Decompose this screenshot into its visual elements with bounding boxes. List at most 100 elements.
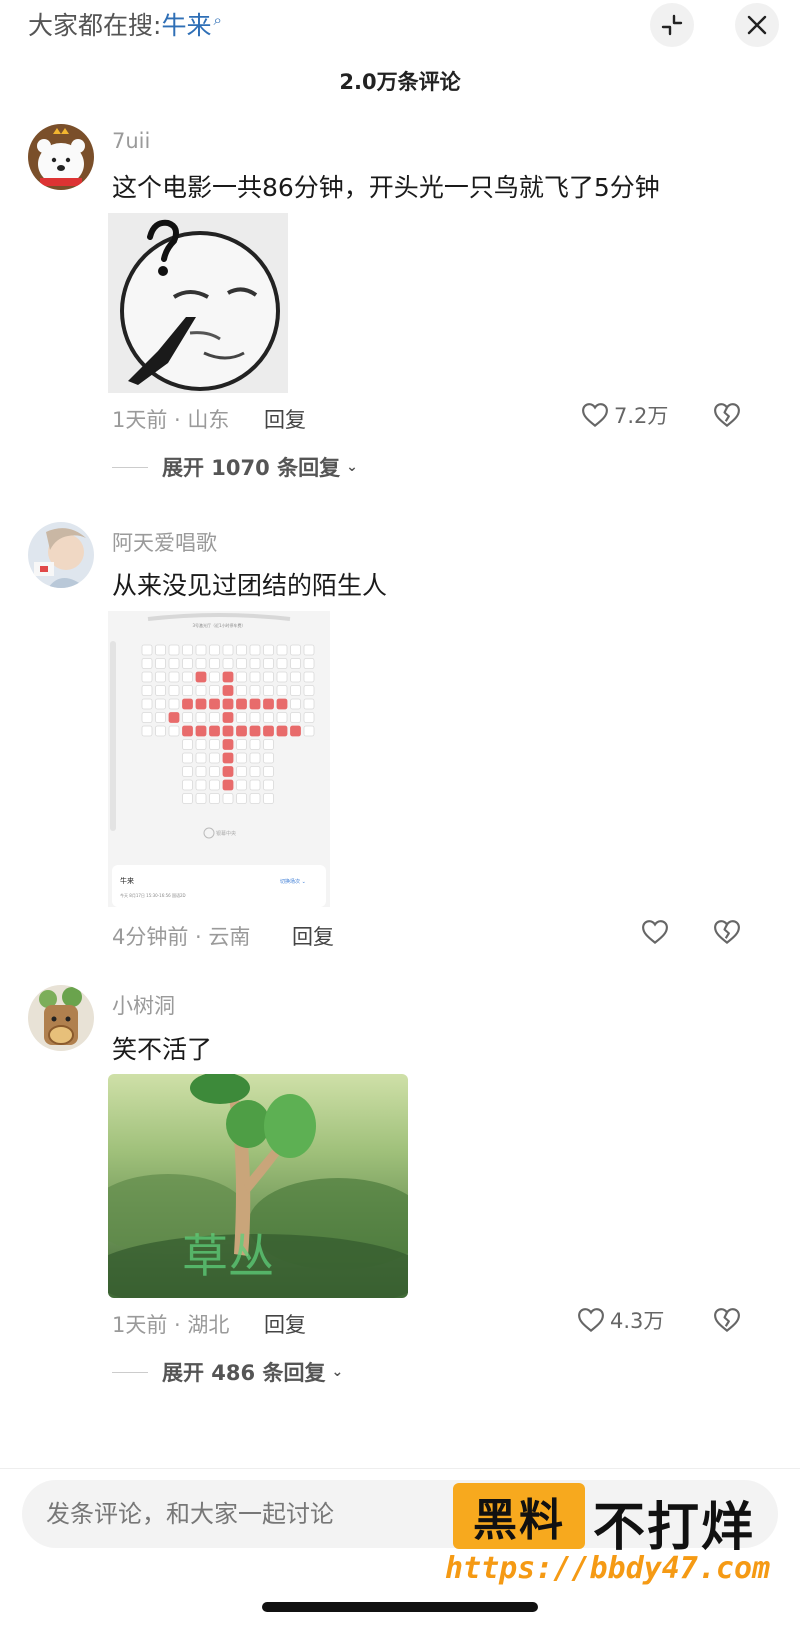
seat-selected — [263, 698, 274, 710]
seat — [303, 698, 315, 710]
cinema-showtime: 今天 8月17日 15:30-16:56 国语2D — [120, 892, 186, 898]
seat — [303, 644, 315, 656]
dislike-button[interactable] — [712, 400, 742, 434]
meme-image[interactable] — [108, 213, 288, 393]
seat-selected — [222, 739, 234, 750]
search-suggestion-term[interactable]: 牛来 — [161, 11, 211, 40]
seat — [263, 644, 274, 656]
seat — [141, 671, 153, 683]
seat — [263, 671, 274, 683]
seat — [303, 725, 315, 737]
seat — [276, 671, 288, 683]
seat — [209, 752, 220, 764]
collapse-button[interactable] — [650, 3, 694, 47]
cinema-seat-screenshot[interactable]: 3号激光厅（近1小时停车费） 银幕中央 牛来 今天 8月17日 15:30-16… — [108, 611, 330, 907]
seat — [236, 712, 247, 723]
seat — [303, 685, 315, 696]
comment-meta: 4分钟前 · 云南 — [112, 925, 251, 949]
seat — [236, 644, 247, 656]
seat — [209, 644, 220, 656]
seat — [182, 671, 193, 683]
search-icon: ⌕ — [213, 10, 222, 29]
seat — [236, 779, 247, 791]
chevron-down-icon: ⌄ — [346, 459, 358, 475]
animated-image[interactable]: 草丛 — [108, 1074, 408, 1298]
avatar[interactable] — [28, 985, 94, 1051]
seat — [195, 644, 207, 656]
divider — [0, 1468, 800, 1469]
seat-selected — [209, 698, 220, 710]
expand-replies-button[interactable]: 展开 486 条回复 ⌄ — [112, 1357, 343, 1387]
seat — [303, 712, 315, 723]
comment-count-title: 2.0万条评论 — [339, 70, 461, 94]
seat — [195, 658, 207, 669]
heart-icon — [642, 920, 668, 944]
seat — [263, 752, 274, 764]
broken-heart-icon — [714, 920, 740, 944]
reply-button[interactable]: 回复 — [264, 404, 306, 434]
like-count: 4.3万 — [610, 1309, 665, 1333]
seat-selected — [195, 671, 207, 683]
seat — [168, 725, 180, 737]
seat-selected — [236, 698, 247, 710]
seat — [168, 658, 180, 669]
seat — [276, 685, 288, 696]
avatar[interactable] — [28, 522, 94, 588]
seat-selected — [236, 725, 247, 737]
seat — [249, 712, 261, 723]
seat — [303, 671, 315, 683]
seat — [209, 712, 220, 723]
seat — [263, 658, 274, 669]
seat — [276, 644, 288, 656]
seat — [195, 766, 207, 777]
like-button[interactable]: 7.2万 — [580, 400, 668, 430]
search-suggestion[interactable]: 大家都在搜:牛来 ⌕ — [28, 6, 222, 42]
heart-icon — [582, 403, 608, 427]
reply-button[interactable]: 回复 — [264, 1309, 306, 1339]
seat-selected — [195, 698, 207, 710]
seat — [263, 779, 274, 791]
chevron-down-icon: ⌄ — [331, 1364, 344, 1380]
divider — [112, 1371, 148, 1373]
expand-replies-button[interactable]: 展开 1070 条回复 ⌄ — [112, 452, 358, 482]
seat — [276, 658, 288, 669]
seat — [290, 698, 301, 710]
seat — [155, 644, 166, 656]
seat — [236, 793, 247, 804]
comment-username[interactable]: 7uii — [112, 129, 150, 153]
close-icon — [747, 15, 767, 35]
seat — [263, 685, 274, 696]
seat — [249, 658, 261, 669]
seat-selected — [249, 698, 261, 710]
seat — [182, 685, 193, 696]
like-button[interactable]: 4.3万 — [576, 1305, 664, 1335]
seat — [290, 658, 301, 669]
comment-text: 笑不活了 — [112, 1035, 213, 1064]
avatar[interactable] — [28, 124, 94, 190]
seat — [249, 685, 261, 696]
collapse-icon — [661, 14, 683, 36]
comment-username[interactable]: 阿天爱唱歌 — [112, 527, 217, 557]
seat — [195, 779, 207, 791]
seat — [290, 644, 301, 656]
seat — [236, 739, 247, 750]
seat — [168, 644, 180, 656]
comment-username[interactable]: 小树洞 — [112, 990, 175, 1020]
seat-selected — [276, 698, 288, 710]
watermark-badge-text: 黑料 — [473, 1495, 565, 1546]
home-indicator[interactable] — [262, 1602, 538, 1612]
reply-button[interactable]: 回复 — [292, 921, 334, 951]
dislike-button[interactable] — [712, 1305, 742, 1339]
seat — [236, 752, 247, 764]
dislike-button[interactable] — [712, 917, 742, 951]
watermark-text: 不打烊 — [593, 1498, 756, 1558]
seat — [155, 698, 166, 710]
like-button[interactable] — [640, 917, 674, 947]
seat — [263, 793, 274, 804]
comment-input[interactable] — [44, 1490, 468, 1538]
seat — [209, 685, 220, 696]
heart-icon — [578, 1308, 604, 1332]
comment-text: 这个电影一共86分钟，开头光一只鸟就飞了5分钟 — [112, 173, 660, 202]
seat — [182, 712, 193, 723]
close-button[interactable] — [735, 3, 779, 47]
